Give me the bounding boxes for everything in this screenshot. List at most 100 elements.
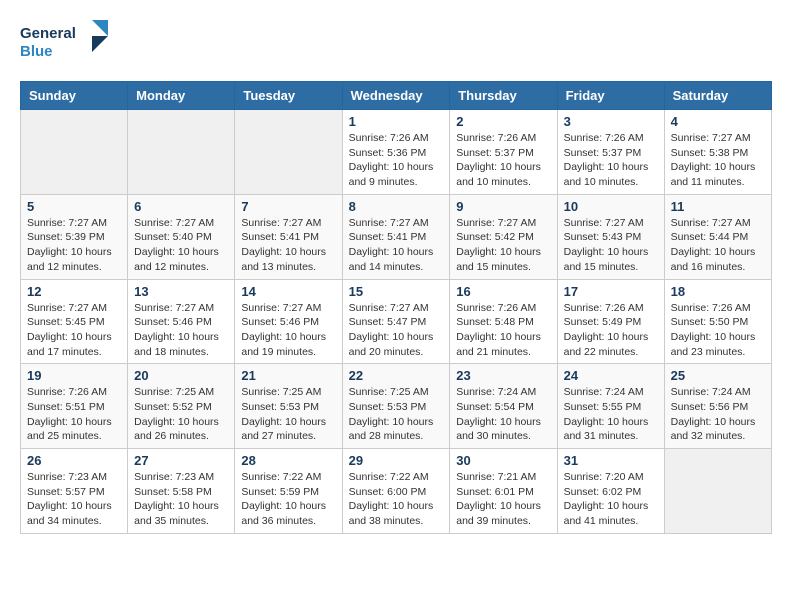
day-info: Sunset: 5:44 PM [671, 230, 765, 245]
calendar-cell: 29Sunrise: 7:22 AMSunset: 6:00 PMDayligh… [342, 449, 450, 534]
day-info: Sunset: 5:52 PM [134, 400, 228, 415]
day-info: and 36 minutes. [241, 514, 335, 529]
day-number: 24 [564, 368, 658, 383]
day-info: Daylight: 10 hours [456, 415, 550, 430]
day-info: and 12 minutes. [134, 260, 228, 275]
day-number: 7 [241, 199, 335, 214]
calendar-cell: 14Sunrise: 7:27 AMSunset: 5:46 PMDayligh… [235, 279, 342, 364]
calendar-week-row: 1Sunrise: 7:26 AMSunset: 5:36 PMDaylight… [21, 110, 772, 195]
day-info: and 18 minutes. [134, 345, 228, 360]
day-info: Sunrise: 7:27 AM [134, 216, 228, 231]
day-info: Daylight: 10 hours [671, 415, 765, 430]
calendar-header-sunday: Sunday [21, 82, 128, 110]
day-info: Daylight: 10 hours [349, 499, 444, 514]
day-info: Sunrise: 7:27 AM [241, 216, 335, 231]
day-number: 29 [349, 453, 444, 468]
calendar-cell: 5Sunrise: 7:27 AMSunset: 5:39 PMDaylight… [21, 194, 128, 279]
calendar-cell: 20Sunrise: 7:25 AMSunset: 5:52 PMDayligh… [128, 364, 235, 449]
day-info: and 13 minutes. [241, 260, 335, 275]
day-info: Sunset: 5:38 PM [671, 146, 765, 161]
day-info: Daylight: 10 hours [27, 245, 121, 260]
day-info: Sunrise: 7:24 AM [671, 385, 765, 400]
day-info: Sunrise: 7:25 AM [134, 385, 228, 400]
day-info: Sunset: 5:56 PM [671, 400, 765, 415]
calendar-cell: 6Sunrise: 7:27 AMSunset: 5:40 PMDaylight… [128, 194, 235, 279]
day-info: and 35 minutes. [134, 514, 228, 529]
calendar-cell [128, 110, 235, 195]
header: General Blue [20, 20, 772, 65]
calendar-cell: 2Sunrise: 7:26 AMSunset: 5:37 PMDaylight… [450, 110, 557, 195]
calendar-cell: 23Sunrise: 7:24 AMSunset: 5:54 PMDayligh… [450, 364, 557, 449]
calendar-cell: 28Sunrise: 7:22 AMSunset: 5:59 PMDayligh… [235, 449, 342, 534]
day-info: Sunrise: 7:23 AM [27, 470, 121, 485]
day-number: 28 [241, 453, 335, 468]
day-info: and 16 minutes. [671, 260, 765, 275]
day-info: and 14 minutes. [349, 260, 444, 275]
day-info: Sunset: 5:41 PM [241, 230, 335, 245]
day-info: and 39 minutes. [456, 514, 550, 529]
day-info: Sunset: 5:45 PM [27, 315, 121, 330]
calendar-header-wednesday: Wednesday [342, 82, 450, 110]
calendar-cell: 11Sunrise: 7:27 AMSunset: 5:44 PMDayligh… [664, 194, 771, 279]
day-number: 18 [671, 284, 765, 299]
calendar-cell: 13Sunrise: 7:27 AMSunset: 5:46 PMDayligh… [128, 279, 235, 364]
day-info: Sunset: 5:37 PM [564, 146, 658, 161]
calendar-cell: 19Sunrise: 7:26 AMSunset: 5:51 PMDayligh… [21, 364, 128, 449]
day-info: Sunrise: 7:27 AM [349, 301, 444, 316]
day-info: Sunset: 5:43 PM [564, 230, 658, 245]
day-info: Sunset: 5:53 PM [349, 400, 444, 415]
calendar-cell: 17Sunrise: 7:26 AMSunset: 5:49 PMDayligh… [557, 279, 664, 364]
calendar-week-row: 26Sunrise: 7:23 AMSunset: 5:57 PMDayligh… [21, 449, 772, 534]
day-info: Daylight: 10 hours [27, 330, 121, 345]
day-number: 21 [241, 368, 335, 383]
day-info: Sunrise: 7:26 AM [349, 131, 444, 146]
day-number: 27 [134, 453, 228, 468]
day-info: Daylight: 10 hours [564, 499, 658, 514]
day-info: Sunrise: 7:22 AM [241, 470, 335, 485]
calendar-header-friday: Friday [557, 82, 664, 110]
day-number: 5 [27, 199, 121, 214]
day-info: Daylight: 10 hours [349, 415, 444, 430]
calendar-cell: 1Sunrise: 7:26 AMSunset: 5:36 PMDaylight… [342, 110, 450, 195]
day-info: Daylight: 10 hours [456, 330, 550, 345]
calendar-header-row: SundayMondayTuesdayWednesdayThursdayFrid… [21, 82, 772, 110]
day-info: Daylight: 10 hours [134, 499, 228, 514]
day-info: Sunrise: 7:27 AM [564, 216, 658, 231]
day-number: 19 [27, 368, 121, 383]
calendar-cell [664, 449, 771, 534]
day-info: and 10 minutes. [456, 175, 550, 190]
day-info: Sunset: 5:59 PM [241, 485, 335, 500]
calendar-cell: 8Sunrise: 7:27 AMSunset: 5:41 PMDaylight… [342, 194, 450, 279]
calendar-header-saturday: Saturday [664, 82, 771, 110]
day-info: and 30 minutes. [456, 429, 550, 444]
day-number: 25 [671, 368, 765, 383]
day-info: Daylight: 10 hours [349, 330, 444, 345]
day-info: Sunrise: 7:27 AM [27, 301, 121, 316]
day-number: 13 [134, 284, 228, 299]
day-info: Sunrise: 7:23 AM [134, 470, 228, 485]
calendar-header-monday: Monday [128, 82, 235, 110]
day-info: Sunrise: 7:22 AM [349, 470, 444, 485]
day-info: and 19 minutes. [241, 345, 335, 360]
day-info: Sunset: 5:51 PM [27, 400, 121, 415]
day-info: Sunrise: 7:26 AM [456, 131, 550, 146]
day-info: Sunrise: 7:27 AM [27, 216, 121, 231]
day-info: Sunrise: 7:26 AM [564, 131, 658, 146]
day-number: 16 [456, 284, 550, 299]
calendar-header-thursday: Thursday [450, 82, 557, 110]
day-info: Sunrise: 7:25 AM [349, 385, 444, 400]
calendar-week-row: 5Sunrise: 7:27 AMSunset: 5:39 PMDaylight… [21, 194, 772, 279]
day-number: 15 [349, 284, 444, 299]
day-info: Daylight: 10 hours [134, 245, 228, 260]
calendar-cell: 7Sunrise: 7:27 AMSunset: 5:41 PMDaylight… [235, 194, 342, 279]
day-info: Sunset: 5:57 PM [27, 485, 121, 500]
calendar-cell: 25 Sunrise: 7:24 AMSunset: 5:56 PMDayligh… [664, 364, 771, 449]
day-info: Sunset: 5:48 PM [456, 315, 550, 330]
day-number: 11 [671, 199, 765, 214]
day-info: Sunrise: 7:27 AM [134, 301, 228, 316]
day-info: and 41 minutes. [564, 514, 658, 529]
day-info: and 17 minutes. [27, 345, 121, 360]
day-info: Sunset: 5:49 PM [564, 315, 658, 330]
calendar-cell: 22Sunrise: 7:25 AMSunset: 5:53 PMDayligh… [342, 364, 450, 449]
logo-svg: General Blue [20, 20, 110, 65]
